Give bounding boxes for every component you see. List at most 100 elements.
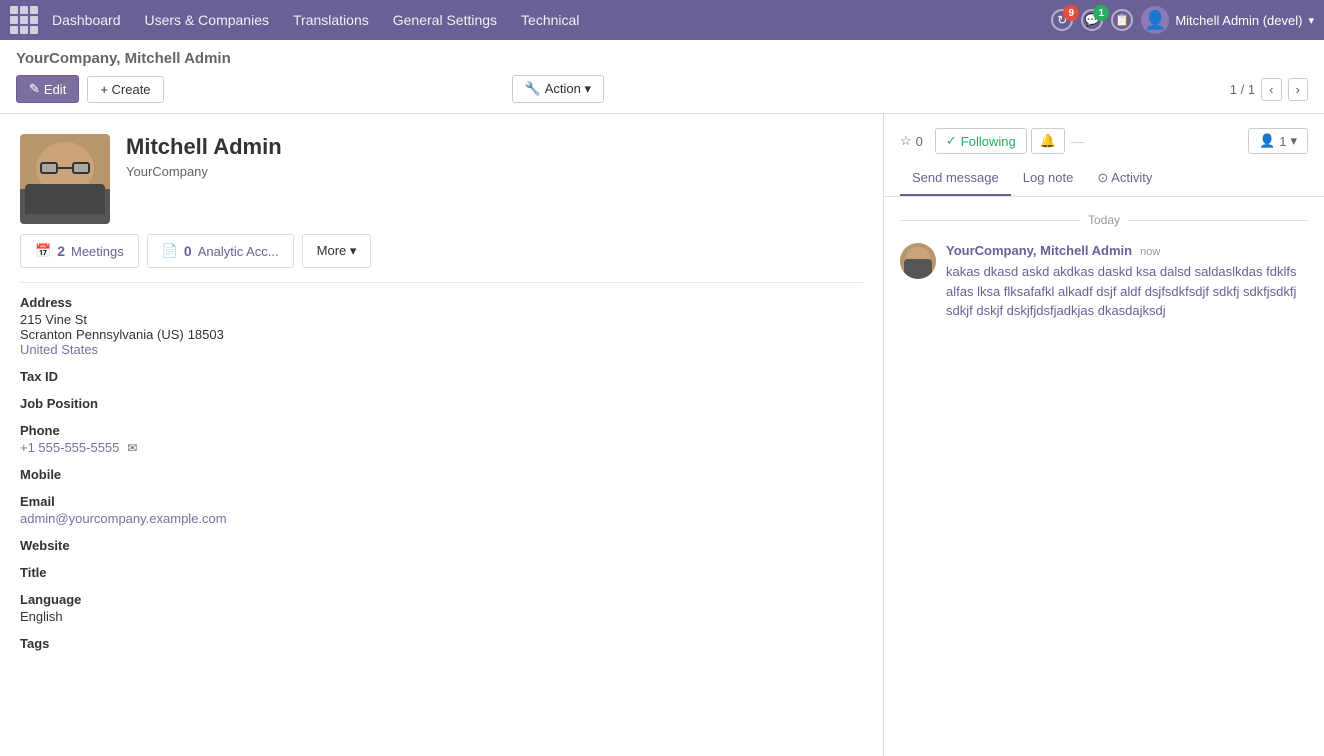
clipboard-icon[interactable]: 📋 [1111,9,1133,31]
updates-badge: 9 [1063,5,1079,21]
address-block: Address 215 Vine St Scranton Pennsylvani… [20,295,863,357]
nav-links: Dashboard Users & Companies Translations… [52,12,1051,28]
chatter-panel: ☆ 0 ✓ Following 🔔 — 👤 1 ▾ Send message L… [884,114,1324,756]
message-text: kakas dkasd askd akdkas daskd ksa dalsd … [946,262,1308,321]
nav-technical[interactable]: Technical [521,12,579,28]
contact-fields: Address 215 Vine St Scranton Pennsylvani… [0,295,883,683]
analytic-button[interactable]: 📄 0 Analytic Acc... [147,234,294,268]
user-dropdown-icon: ▾ [1308,14,1314,27]
following-label: Following [961,134,1016,149]
contact-avatar [20,134,110,224]
apps-grid-icon[interactable] [10,6,38,34]
language-label: Language [20,592,863,607]
tags-group: Tags [20,636,863,651]
mobile-group: Mobile [20,467,863,482]
message-avatar [900,243,936,279]
topnav-right: ↻ 9 💬 1 📋 👤 Mitchell Admin (devel) ▾ [1051,6,1314,34]
clock-icon: ⊙ [1097,170,1108,185]
message-item: YourCompany, Mitchell Admin now kakas dk… [900,243,1308,321]
nav-dashboard[interactable]: Dashboard [52,12,121,28]
tags-label: Tags [20,636,863,651]
analytic-label: Analytic Acc... [198,244,279,259]
messages-badge: 1 [1093,5,1109,21]
language-value: English [20,609,863,624]
analytic-icon: 📄 [162,243,178,259]
smart-buttons: 📅 2 Meetings 📄 0 Analytic Acc... More ▾ [0,234,883,282]
email-group: Email admin@yourcompany.example.com [20,494,863,526]
following-button[interactable]: ✓ Following [935,128,1027,154]
message-author: YourCompany, Mitchell Admin [946,243,1132,258]
followers-dropdown-icon: ▾ [1290,133,1297,149]
tab-log-note[interactable]: Log note [1011,162,1086,196]
city-line: Scranton Pennsylvania (US) 18503 [20,327,863,342]
edit-button[interactable]: ✎ Edit [16,75,79,103]
star-count: ☆ 0 [900,133,923,149]
contact-company: YourCompany [126,164,863,179]
phone-label: Phone [20,423,863,438]
job-position-group: Job Position [20,396,863,411]
main-area: Mitchell Admin YourCompany 📅 2 Meetings … [0,114,1324,756]
website-label: Website [20,538,863,553]
language-group: Language English [20,592,863,624]
nav-translations[interactable]: Translations [293,12,369,28]
bell-separator: — [1069,134,1086,149]
next-page-button[interactable]: › [1288,78,1308,101]
wrench-icon: 🔧 [525,81,541,97]
chatter-actions: ☆ 0 ✓ Following 🔔 — 👤 1 ▾ [884,114,1324,162]
meetings-count: 2 [57,243,65,259]
divider [20,282,863,283]
job-position-label: Job Position [20,396,863,411]
contact-name: Mitchell Admin [126,134,863,160]
edit-icon: ✎ [29,81,40,97]
phone-value[interactable]: +1 555-555-5555 [20,440,119,455]
star-count-value: 0 [916,134,923,149]
website-group: Website [20,538,863,553]
page-number: 1 / 1 [1230,82,1255,97]
tax-id-label: Tax ID [20,369,863,384]
calendar-icon: 📅 [35,243,51,259]
check-icon: ✓ [946,133,957,149]
tab-activity[interactable]: ⊙ Activity [1085,162,1164,196]
mobile-label: Mobile [20,467,863,482]
street-value: 215 Vine St [20,312,863,327]
phone-group: Phone +1 555-555-5555 ✉ [20,423,863,455]
user-avatar-small: 👤 [1141,6,1169,34]
title-group: Title [20,565,863,580]
followers-button[interactable]: 👤 1 ▾ [1248,128,1308,154]
message-body: YourCompany, Mitchell Admin now kakas dk… [946,243,1308,321]
messages-icon[interactable]: 💬 1 [1081,9,1103,31]
tab-send-message[interactable]: Send message [900,162,1011,196]
create-button[interactable]: + Create [87,76,163,103]
action-button[interactable]: 🔧 Action ▾ [512,75,604,103]
updates-icon[interactable]: ↻ 9 [1051,9,1073,31]
email-envelope-icon[interactable]: ✉ [127,441,137,455]
contact-name-area: Mitchell Admin YourCompany [126,134,863,179]
meetings-label: Meetings [71,244,124,259]
nav-general-settings[interactable]: General Settings [393,12,497,28]
email-label: Email [20,494,863,509]
tax-id-group: Tax ID [20,369,863,384]
prev-page-button[interactable]: ‹ [1261,78,1281,101]
chatter-tabs: Send message Log note ⊙ Activity [884,162,1324,197]
address-label: Address [20,295,863,310]
message-time: now [1140,246,1160,258]
chatter-feed: Today YourCompany, Mitchell Admin now ka… [884,197,1324,349]
today-label-text: Today [1088,213,1120,227]
notification-bell-button[interactable]: 🔔 [1031,128,1065,154]
title-label: Title [20,565,863,580]
state-value: Pennsylvania (US) [76,327,184,342]
message-header: YourCompany, Mitchell Admin now [946,243,1308,258]
today-divider: Today [900,213,1308,227]
breadcrumb: YourCompany, Mitchell Admin [16,50,1308,75]
user-menu[interactable]: 👤 Mitchell Admin (devel) ▾ [1141,6,1314,34]
analytic-count: 0 [184,243,192,259]
email-value[interactable]: admin@yourcompany.example.com [20,511,863,526]
star-icon: ☆ [900,133,912,149]
more-button[interactable]: More ▾ [302,234,372,268]
nav-users-companies[interactable]: Users & Companies [145,12,270,28]
city-value: Scranton [20,327,72,342]
contact-header: Mitchell Admin YourCompany [0,114,883,234]
meetings-button[interactable]: 📅 2 Meetings [20,234,139,268]
person-icon: 👤 [1259,133,1275,149]
country-value: United States [20,342,863,357]
